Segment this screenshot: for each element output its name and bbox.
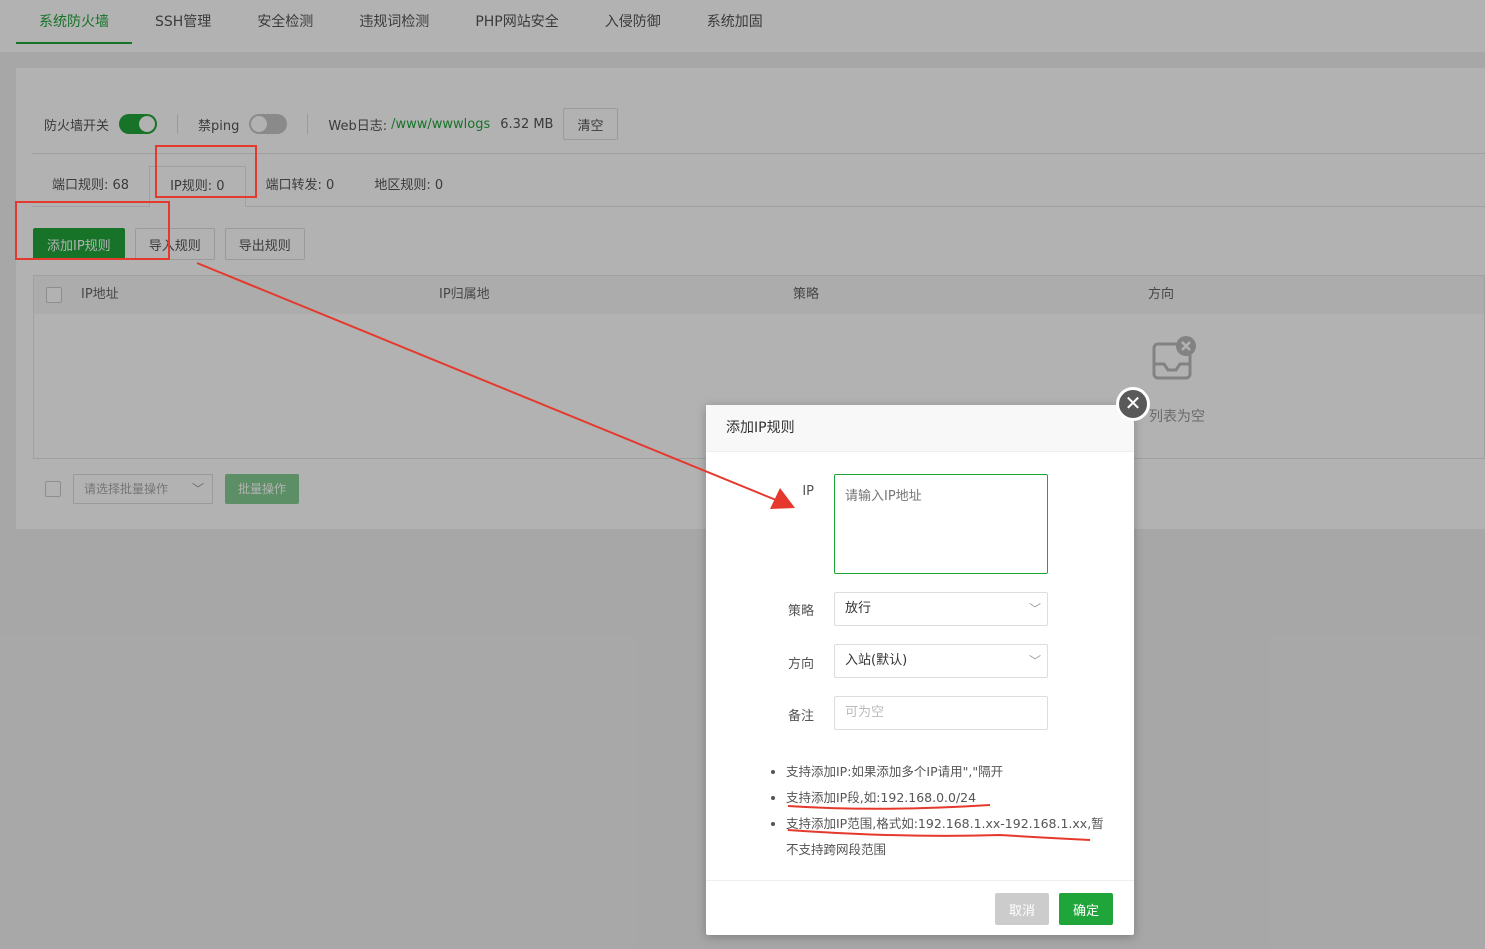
tips-list: 支持添加IP:如果添加多个IP请用","隔开 支持添加IP段,如:192.168…	[766, 759, 1116, 863]
direction-select[interactable]: 入站(默认) ﹀	[834, 644, 1048, 678]
add-ip-rule-dialog: 添加IP规则 IP 策略 放行 ﹀ 方向 入站(默认) ﹀ 备注 可为空 支持添…	[706, 405, 1134, 935]
direction-label: 方向	[787, 657, 814, 672]
remark-input[interactable]: 可为空	[834, 696, 1048, 730]
ip-label: IP	[802, 484, 814, 499]
dialog-footer: 取消 确定	[706, 880, 1134, 935]
tip-item: 支持添加IP范围,格式如:192.168.1.xx-192.168.1.xx,暂…	[786, 811, 1116, 863]
confirm-button[interactable]: 确定	[1059, 893, 1113, 925]
chevron-down-icon: ﹀	[1028, 602, 1041, 616]
annotation-box-ip-tab	[155, 145, 257, 198]
direction-value: 入站(默认)	[845, 653, 908, 668]
policy-value: 放行	[845, 601, 872, 616]
close-icon[interactable]: ✕	[1116, 387, 1150, 421]
tip-item: 支持添加IP:如果添加多个IP请用","隔开	[786, 759, 1116, 785]
chevron-down-icon: ﹀	[1028, 654, 1041, 668]
policy-label: 策略	[787, 604, 814, 619]
dialog-title: 添加IP规则	[706, 405, 1134, 452]
annotation-box-add-button	[15, 201, 170, 260]
ip-textarea[interactable]	[834, 474, 1048, 574]
policy-select[interactable]: 放行 ﹀	[834, 592, 1048, 626]
remark-label: 备注	[787, 709, 814, 724]
tip-item: 支持添加IP段,如:192.168.0.0/24	[786, 785, 1116, 811]
cancel-button[interactable]: 取消	[995, 893, 1049, 925]
